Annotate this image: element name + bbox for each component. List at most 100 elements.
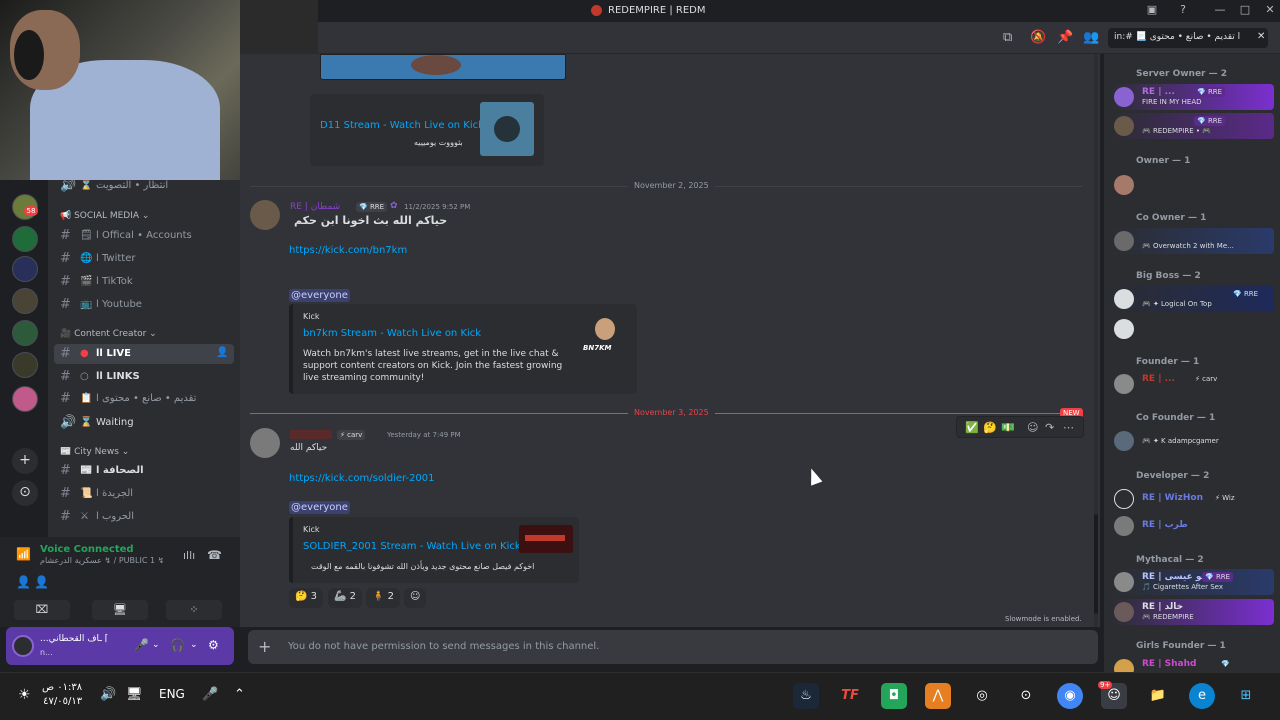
channel-links[interactable]: # ○ اا LINKS bbox=[54, 367, 234, 387]
server-icon[interactable] bbox=[12, 226, 38, 252]
chevron-up-icon[interactable]: ⌃ bbox=[234, 687, 245, 702]
file-explorer-icon[interactable]: 📁 bbox=[1145, 683, 1171, 709]
user-avatar[interactable] bbox=[12, 635, 34, 657]
member-item[interactable]: RE | Shahd 💎 bbox=[1110, 656, 1274, 672]
help-icon[interactable]: ? bbox=[1175, 3, 1191, 16]
member-item[interactable]: RE | ... ⚡ carv bbox=[1110, 371, 1274, 397]
inbox-icon[interactable]: ▣ bbox=[1144, 3, 1160, 16]
activities-button[interactable]: ⁘ bbox=[166, 600, 222, 620]
money-reaction-icon[interactable]: 💵 bbox=[1001, 421, 1015, 434]
close-window-button[interactable]: ✕ bbox=[1262, 3, 1278, 16]
author-avatar[interactable] bbox=[250, 428, 280, 458]
network-icon[interactable]: 🖥 bbox=[126, 687, 143, 702]
rockstar-icon[interactable]: ◎ bbox=[969, 683, 995, 709]
category-city-news[interactable]: 📰 City News ⌄ bbox=[60, 447, 129, 457]
volume-icon[interactable]: 🔊 bbox=[100, 687, 116, 702]
channel-youtube[interactable]: # 📺 ا Youtube bbox=[54, 295, 234, 315]
pin-icon[interactable]: 📌 bbox=[1057, 30, 1073, 45]
channel-live[interactable]: # ● اا LIVE 👤 bbox=[54, 344, 234, 364]
embed-title-link[interactable]: SOLDIER_2001 Stream - Watch Live on Kick bbox=[303, 541, 521, 552]
message-link[interactable]: https://kick.com/bn7km bbox=[289, 245, 407, 256]
chevron-down-icon[interactable]: ⌄ bbox=[190, 640, 198, 650]
explore-icon[interactable]: ⊙ bbox=[12, 480, 38, 506]
member-item[interactable] bbox=[1110, 316, 1274, 342]
disconnect-icon[interactable]: ☎ bbox=[207, 548, 222, 562]
category-social-media[interactable]: 📢 SOCIAL MEDIA ⌄ bbox=[60, 211, 149, 221]
category-content-creator[interactable]: 🎥 Content Creator ⌄ bbox=[60, 329, 157, 339]
settings-gear-icon[interactable]: ⚙ bbox=[208, 638, 219, 652]
channel-creator-apply[interactable]: # 📋 تقديم • صانع • محتوى ا bbox=[54, 389, 234, 409]
reaction-arm[interactable]: 🦾 2 bbox=[328, 588, 363, 608]
check-reaction-icon[interactable]: ✅ bbox=[965, 421, 979, 434]
reaction-person[interactable]: 🧍 2 bbox=[366, 588, 401, 608]
message-link[interactable]: https://kick.com/soldier-2001 bbox=[289, 473, 435, 484]
scrollbar-track[interactable] bbox=[1094, 54, 1098, 627]
channel-wars[interactable]: # ⚔ الحروب ا bbox=[54, 507, 234, 527]
member-item[interactable] bbox=[1110, 172, 1274, 198]
forward-icon[interactable]: ↷ bbox=[1045, 421, 1054, 434]
system-clock[interactable]: ٠١:٣٨ ص ٤٧/٠٥/١٣ bbox=[42, 681, 82, 709]
reaction-thinking[interactable]: 🤔 3 bbox=[289, 588, 324, 608]
embed-thumbnail[interactable] bbox=[480, 102, 534, 156]
member-item[interactable]: RE | خالد 🎮 REDEMPIRE bbox=[1110, 599, 1274, 625]
channel-press[interactable]: # 📰 الصحافة ا bbox=[54, 461, 234, 481]
server-icon[interactable] bbox=[12, 320, 38, 346]
mute-icon[interactable]: 🔕 bbox=[1030, 30, 1046, 45]
maximize-button[interactable]: □ bbox=[1237, 3, 1253, 16]
microphone-icon[interactable]: 🎤 bbox=[202, 687, 218, 702]
channel-offical-accounts[interactable]: # 🗒 ا Offical • Accounts bbox=[54, 226, 234, 246]
thinking-reaction-icon[interactable]: 🤔 bbox=[983, 421, 997, 434]
member-item[interactable]: RE | WizHon ⚡ Wiz bbox=[1110, 486, 1274, 512]
headphones-icon[interactable]: 🎧 bbox=[170, 638, 185, 652]
voice-user-avatar[interactable]: 👤 bbox=[16, 575, 31, 589]
everyone-mention[interactable]: @everyone bbox=[289, 289, 350, 302]
embed-thumbnail[interactable] bbox=[519, 525, 573, 553]
minimize-button[interactable]: — bbox=[1212, 3, 1228, 16]
channel-tiktok[interactable]: # 🎬 ا TikTok bbox=[54, 272, 234, 292]
noise-suppression-icon[interactable]: ıllı bbox=[183, 549, 195, 562]
scrollbar-thumb[interactable] bbox=[1094, 514, 1098, 614]
chrome-icon[interactable]: ◉ bbox=[1057, 683, 1083, 709]
channel-waiting[interactable]: 🔊 ⌛ Waiting bbox=[54, 413, 234, 433]
channel-twitter[interactable]: # 🌐 ا Twitter bbox=[54, 249, 234, 269]
member-item[interactable]: RE | طرب bbox=[1110, 513, 1274, 539]
voice-user-avatar[interactable]: 👤 bbox=[34, 575, 49, 589]
member-item[interactable]: 🎮 ✦ K adampcgamer bbox=[1110, 428, 1274, 454]
add-server-icon[interactable]: + bbox=[12, 448, 38, 474]
member-list-icon[interactable]: 👥 bbox=[1083, 30, 1099, 45]
embed-image[interactable] bbox=[320, 54, 566, 80]
steam-icon[interactable]: ♨ bbox=[793, 683, 819, 709]
member-item[interactable]: 💎 RRE 🎮 REDEMPIRE • 🎮 bbox=[1110, 113, 1274, 139]
embed-title-link[interactable]: bn7km Stream - Watch Live on Kick bbox=[303, 328, 481, 339]
member-item[interactable]: RE | ... 💎 RRE FIRE IN MY HEAD bbox=[1110, 84, 1274, 110]
server-icon[interactable] bbox=[12, 352, 38, 378]
threads-icon[interactable]: ⧉ bbox=[1003, 30, 1012, 45]
windows-start-icon[interactable]: ⊞ bbox=[1233, 683, 1259, 709]
search-input[interactable]: in:# 📃 ا تقديم • صانع • محتوى bbox=[1108, 28, 1268, 48]
author-avatar[interactable] bbox=[250, 200, 280, 230]
channel-newspaper[interactable]: # 📜 الجريدة ا bbox=[54, 484, 234, 504]
member-item[interactable]: RE | ابو عيسى 💎 RRE 🎵 Cigarettes After S… bbox=[1110, 569, 1274, 595]
embed-title-link[interactable]: D11 Stream - Watch Live on Kick bbox=[320, 120, 484, 131]
tf-app-icon[interactable]: TF bbox=[837, 683, 863, 709]
message-composer[interactable]: + You do not have permission to send mes… bbox=[248, 630, 1098, 664]
server-icon[interactable] bbox=[12, 256, 38, 282]
everyone-mention[interactable]: @everyone bbox=[289, 501, 350, 514]
microphone-icon[interactable]: 🎤 bbox=[134, 638, 149, 652]
author-name[interactable]: RE | شمطان bbox=[290, 202, 340, 212]
app-icon[interactable]: ⋀ bbox=[925, 683, 951, 709]
app-icon[interactable]: ◘ bbox=[881, 683, 907, 709]
camera-off-button[interactable]: ⌧ bbox=[14, 600, 70, 620]
server-icon[interactable] bbox=[12, 386, 38, 412]
close-search-icon[interactable]: ✕ bbox=[1257, 31, 1265, 42]
app-icon[interactable]: ⊙ bbox=[1013, 683, 1039, 709]
screen-share-button[interactable]: 🖥 bbox=[92, 600, 148, 620]
author-name[interactable] bbox=[290, 430, 332, 439]
add-member-icon[interactable]: 👤 bbox=[216, 347, 228, 358]
more-options-icon[interactable]: ⋯ bbox=[1063, 421, 1074, 434]
server-icon[interactable] bbox=[12, 288, 38, 314]
edge-icon[interactable]: e bbox=[1189, 683, 1215, 709]
voice-channel[interactable]: عسكرية الدرعشام ↯ / PUBLIC 1 ↯ bbox=[40, 556, 164, 565]
embed-thumbnail[interactable]: BN7KM bbox=[583, 318, 629, 360]
add-reaction-icon[interactable]: ☺ bbox=[1027, 421, 1038, 434]
